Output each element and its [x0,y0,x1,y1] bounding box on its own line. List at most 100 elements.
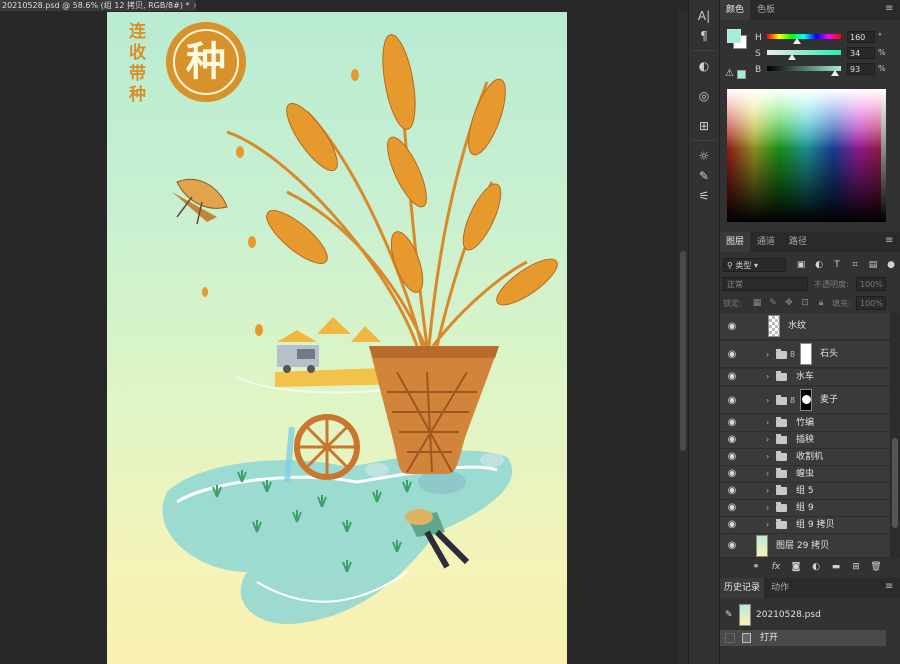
tab-paths[interactable]: 路径 [782,232,814,252]
expand-arrow-icon[interactable]: › [766,466,769,482]
expand-arrow-icon[interactable]: › [766,517,769,533]
expand-arrow-icon[interactable]: › [766,483,769,499]
lock-image-icon[interactable]: ✎ [767,297,779,309]
hue-value[interactable]: 160 [847,31,875,43]
adjustments-panel-icon[interactable]: ◐ [693,56,715,76]
layer-row-water-wheel[interactable]: ◉ › 水车 [720,369,890,386]
lock-position-icon[interactable]: ✥ [783,297,795,309]
filter-shape-icon[interactable]: ⌗ [849,259,861,271]
lock-artboard-icon[interactable]: ⊡ [799,297,811,309]
gamut-warning-icon[interactable]: ⚠ [725,68,734,79]
filter-toggle-icon[interactable]: ● [885,259,897,271]
adjustment-icon[interactable]: ◐ [810,561,822,573]
saturation-slider-knob[interactable] [788,54,796,60]
expand-arrow-icon[interactable]: › [766,449,769,465]
libraries-panel-icon[interactable]: ◎ [693,86,715,106]
mask-link-icon[interactable]: 8 [790,387,795,414]
visibility-eye-icon[interactable]: ◉ [725,387,739,406]
expand-arrow-icon[interactable]: › [766,369,769,385]
history-snapshot[interactable]: ✎ 20210528.psd [720,602,900,628]
artboard[interactable]: 连 收 带 种 种 [107,12,567,664]
layer-row-stones[interactable]: ◉ › 8 石头 [720,341,890,368]
visibility-eye-icon[interactable]: ◉ [725,517,739,533]
history-step-open[interactable]: 打开 [720,630,886,646]
expand-arrow-icon[interactable]: › [766,432,769,448]
visibility-eye-icon[interactable]: ◉ [725,500,739,516]
close-tab-icon[interactable]: × [193,1,197,10]
new-layer-icon[interactable]: ⊞ [850,561,862,573]
filter-pixel-icon[interactable]: ▣ [795,259,807,271]
layer-row-transplanting[interactable]: ◉ › 插秧 [720,432,890,449]
visibility-eye-icon[interactable]: ◉ [725,483,739,499]
link-icon[interactable]: ⚭ [750,561,762,573]
visibility-eye-icon[interactable]: ◉ [725,369,739,385]
layer-row-layer-29-copy[interactable]: ◉ 图层 29 拷贝 [720,534,890,558]
canvas-vertical-scrollbar[interactable] [678,11,688,664]
lock-all-icon[interactable]: 🔒︎ [815,297,827,309]
layer-row-locust[interactable]: ◉ › 蝗虫 [720,466,890,483]
history-checkbox[interactable] [725,633,735,643]
tab-color[interactable]: 颜色 [720,0,750,20]
history-brush-icon[interactable]: ✎ [725,610,733,620]
layer-row-water-ripple[interactable]: ◉ 水纹 [720,313,890,340]
visibility-eye-icon[interactable]: ◉ [725,534,739,551]
visibility-eye-icon[interactable]: ◉ [725,432,739,448]
hue-slider[interactable] [767,34,841,39]
visibility-eye-icon[interactable]: ◉ [725,466,739,482]
foreground-color-swatch[interactable] [727,29,741,43]
properties-panel-icon[interactable]: ⊞ [693,116,715,136]
opacity-input[interactable]: 100% [856,277,886,291]
lock-transparent-icon[interactable]: ▦ [751,297,763,309]
visibility-eye-icon[interactable]: ◉ [725,449,739,465]
layers-scrollbar-thumb[interactable] [892,438,898,528]
visibility-eye-icon[interactable]: ◉ [725,415,739,431]
saturation-slider[interactable] [767,50,841,55]
expand-arrow-icon[interactable]: › [766,500,769,516]
brightness-value[interactable]: 93 [847,63,875,75]
character-panel-icon[interactable]: A| [693,6,715,26]
layer-row-group-5[interactable]: ◉ › 组 5 [720,483,890,500]
layer-row-group-9[interactable]: ◉ › 组 9 [720,500,890,517]
tab-swatches[interactable]: 色板 [750,0,782,20]
layer-row-harvester[interactable]: ◉ › 收割机 [720,449,890,466]
expand-arrow-icon[interactable]: › [766,387,769,414]
panel-menu-icon[interactable]: ≡ [885,4,895,14]
expand-arrow-icon[interactable]: › [766,341,769,368]
tab-layers[interactable]: 图层 [720,232,750,252]
tab-actions[interactable]: 动作 [764,578,796,598]
tab-history[interactable]: 历史记录 [720,578,764,598]
saturation-value[interactable]: 34 [847,47,875,59]
clone-source-icon[interactable]: ⚟ [693,186,715,206]
gamut-color-swatch[interactable] [737,70,746,79]
brushes-panel-icon[interactable]: ✎ [693,166,715,186]
panel-menu-icon[interactable]: ≡ [885,236,895,246]
color-spectrum-field[interactable] [727,89,886,222]
grayscale-strip[interactable] [881,89,886,222]
layer-row-bamboo-weave[interactable]: ◉ › 竹编 [720,415,890,432]
mask-link-icon[interactable]: 8 [790,341,795,368]
filter-adjustment-icon[interactable]: ◐ [813,259,825,271]
tab-channels[interactable]: 通道 [750,232,782,252]
panel-menu-icon[interactable]: ≡ [885,582,895,592]
blend-mode-select[interactable]: 正常 [723,277,808,291]
canvas-area[interactable]: 连 收 带 种 种 [0,11,678,664]
fx-icon[interactable]: fx [770,561,782,573]
layers-scrollbar[interactable] [890,313,900,558]
fill-input[interactable]: 100% [856,296,886,310]
visibility-eye-icon[interactable]: ◉ [725,313,739,332]
paragraph-panel-icon[interactable]: ¶ [693,26,715,46]
document-tab[interactable]: 20210528.psd @ 58.6% (组 12 拷贝, RGB/8#) *… [0,0,196,11]
mask-icon[interactable]: ◙ [790,561,802,573]
brightness-slider[interactable] [767,66,841,71]
brightness-slider-knob[interactable] [831,70,839,76]
scrollbar-thumb[interactable] [680,251,686,451]
filter-type-icon[interactable]: T [831,259,843,271]
layer-filter-select[interactable]: ⚲ 类型 ▾ [723,258,786,272]
hue-slider-knob[interactable] [793,38,801,44]
brush-settings-icon[interactable]: ☼ [693,146,715,166]
layer-row-wheat[interactable]: ◉ › 8 麦子 [720,387,890,414]
expand-arrow-icon[interactable]: › [766,415,769,431]
visibility-eye-icon[interactable]: ◉ [725,341,739,360]
group-icon[interactable]: ▬ [830,561,842,573]
layer-row-group-9-copy[interactable]: ◉ › 组 9 拷贝 [720,517,890,534]
